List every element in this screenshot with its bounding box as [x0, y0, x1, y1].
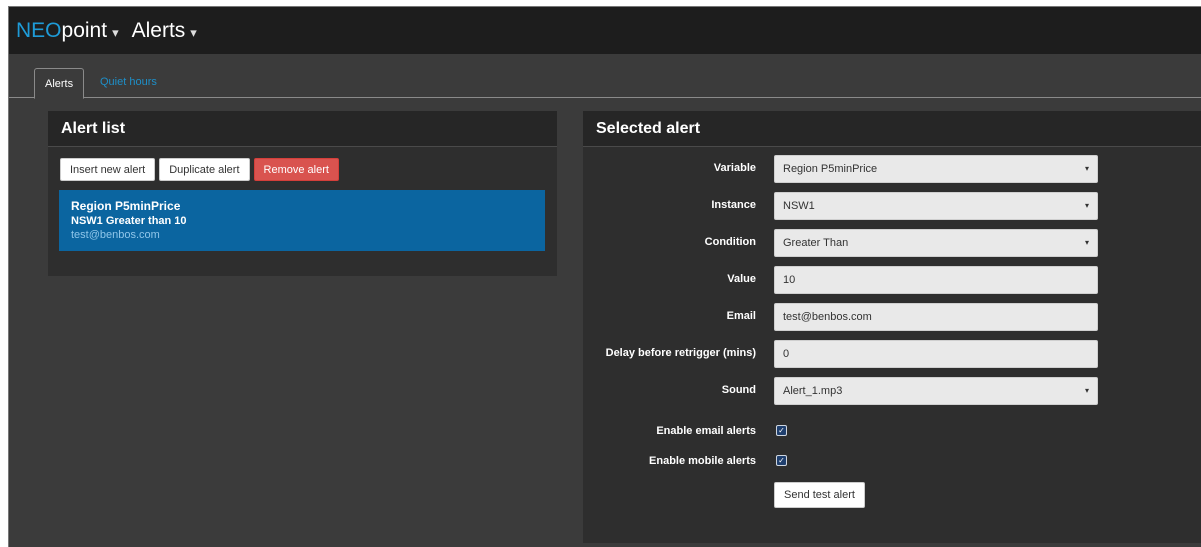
insert-alert-button[interactable]: Insert new alert — [60, 158, 156, 181]
email-row: Email test@benbos.com — [583, 303, 1201, 331]
variable-select[interactable]: Region P5minPrice ▾ — [774, 155, 1098, 183]
app-window: NEOpoint ▾ Alerts ▾ Alerts Quiet hours Ale… — [8, 6, 1201, 547]
page-title: Alerts — [131, 18, 186, 42]
delay-input[interactable]: 0 — [774, 340, 1098, 368]
alert-item-email: test@benbos.com — [71, 229, 160, 241]
chevron-down-icon: ▾ — [1084, 201, 1089, 210]
alert-item-subtitle: NSW1 Greater than 10 — [71, 215, 187, 227]
email-field[interactable]: test@benbos.com — [774, 303, 1098, 331]
condition-value: Greater Than — [783, 237, 849, 249]
value-input[interactable]: 10 — [774, 266, 1098, 294]
brand-caret-icon: ▾ — [112, 24, 119, 40]
value-text: 10 — [783, 274, 796, 286]
condition-label: Condition — [704, 236, 756, 248]
brand-accent: NEO — [16, 18, 62, 42]
tab-bar: Alerts Quiet hours — [9, 54, 1201, 99]
enable-email-row: Enable email alerts ✓ — [583, 418, 1201, 446]
sound-row: Sound Alert_1.mp3 ▾ — [583, 377, 1201, 405]
instance-select[interactable]: NSW1 ▾ — [774, 192, 1098, 220]
sound-label: Sound — [721, 384, 756, 396]
delay-label: Delay before retrigger (mins) — [605, 347, 756, 359]
variable-row: Variable Region P5minPrice ▾ — [583, 155, 1201, 183]
enable-mobile-checkbox[interactable]: ✓ — [776, 455, 787, 466]
selected-alert-title: Selected alert — [583, 111, 1201, 147]
enable-email-label: Enable email alerts — [656, 425, 756, 437]
send-test-alert-button[interactable]: Send test alert — [774, 482, 865, 508]
enable-email-checkbox[interactable]: ✓ — [776, 425, 787, 436]
alert-list-toolbar: Insert new alert Duplicate alert Remove … — [60, 158, 339, 181]
variable-value: Region P5minPrice — [783, 163, 878, 175]
chevron-down-icon: ▾ — [1084, 386, 1089, 395]
tab-quiet-hours[interactable]: Quiet hours — [100, 76, 157, 88]
email-text: test@benbos.com — [783, 311, 872, 323]
duplicate-alert-button[interactable]: Duplicate alert — [159, 158, 250, 181]
page-caret-icon: ▾ — [190, 24, 197, 40]
sound-value: Alert_1.mp3 — [783, 385, 843, 397]
enable-mobile-label: Enable mobile alerts — [649, 455, 756, 467]
alert-list-title: Alert list — [48, 111, 557, 147]
top-navbar: NEOpoint ▾ Alerts ▾ — [9, 7, 1201, 54]
alert-item-title: Region P5minPrice — [71, 199, 181, 213]
value-label: Value — [727, 273, 756, 285]
enable-mobile-row: Enable mobile alerts ✓ — [583, 448, 1201, 476]
email-label: Email — [726, 310, 756, 322]
condition-select[interactable]: Greater Than ▾ — [774, 229, 1098, 257]
page-menu[interactable]: Alerts ▾ — [132, 19, 197, 43]
brand-rest: point — [61, 18, 108, 42]
tab-alerts[interactable]: Alerts — [34, 68, 85, 99]
condition-row: Condition Greater Than ▾ — [583, 229, 1201, 257]
instance-label: Instance — [711, 199, 756, 211]
instance-row: Instance NSW1 ▾ — [583, 192, 1201, 220]
chevron-down-icon: ▾ — [1084, 164, 1089, 173]
brand-menu[interactable]: NEOpoint ▾ — [16, 19, 119, 43]
delay-row: Delay before retrigger (mins) 0 — [583, 340, 1201, 368]
selected-alert-panel: Selected alert Variable Region P5minPric… — [583, 111, 1201, 543]
value-row: Value 10 — [583, 266, 1201, 294]
variable-label: Variable — [713, 162, 756, 174]
alert-list-panel: Alert list Insert new alert Duplicate al… — [48, 111, 557, 276]
remove-alert-button[interactable]: Remove alert — [253, 158, 339, 181]
delay-text: 0 — [783, 348, 790, 360]
instance-value: NSW1 — [783, 200, 815, 212]
list-item[interactable]: Region P5minPrice NSW1 Greater than 10 t… — [59, 190, 545, 251]
sound-select[interactable]: Alert_1.mp3 ▾ — [774, 377, 1098, 405]
chevron-down-icon: ▾ — [1084, 238, 1089, 247]
